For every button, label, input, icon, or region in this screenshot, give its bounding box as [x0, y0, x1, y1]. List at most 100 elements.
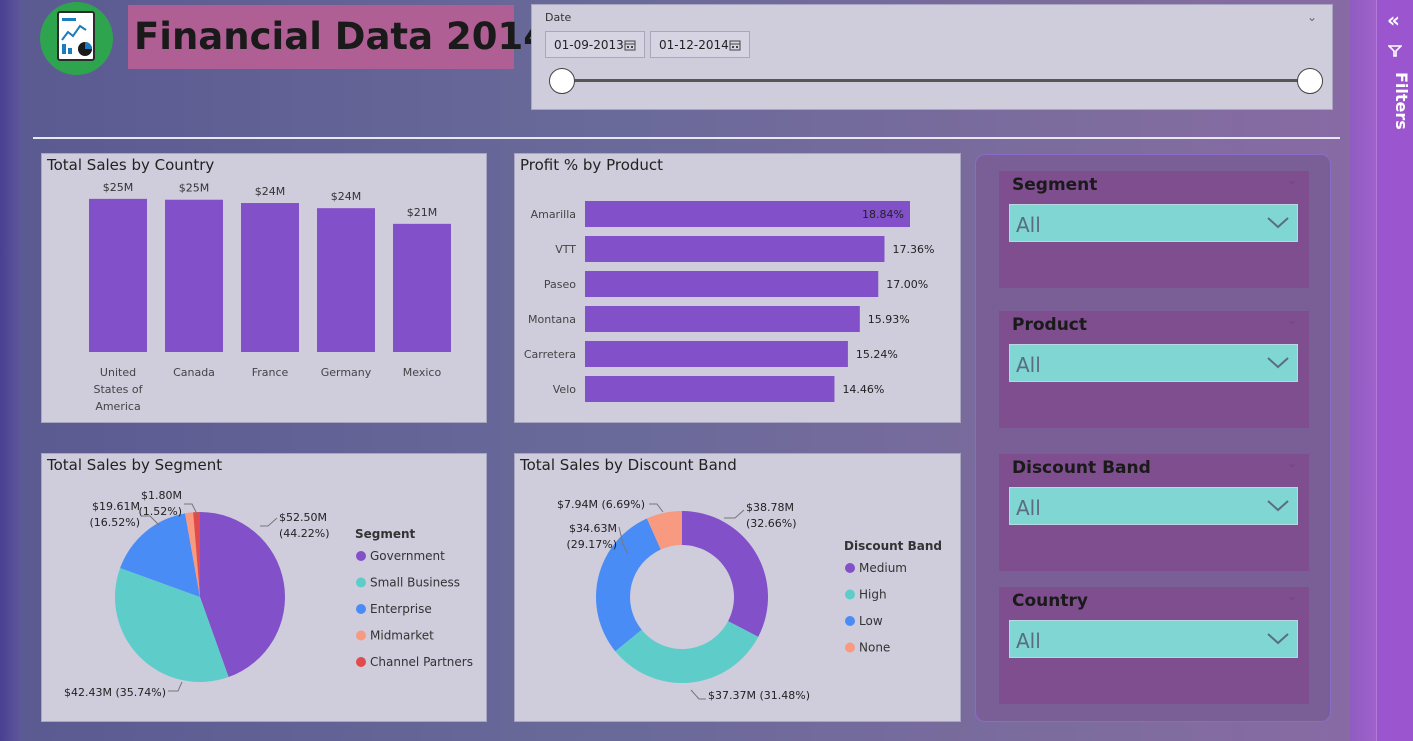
- chevron-down-icon[interactable]: ⌄: [1307, 10, 1317, 24]
- data-label: $25M: [103, 181, 134, 194]
- country-slicer[interactable]: Country ⌄ All: [999, 587, 1309, 704]
- tick-label: Mexico: [403, 366, 442, 379]
- leader-line: [724, 509, 745, 519]
- legend-item: High: [859, 588, 887, 602]
- segment-slicer[interactable]: Segment ⌄ All: [999, 171, 1309, 288]
- bar: [317, 208, 375, 352]
- data-label: $52.50M: [279, 511, 327, 524]
- end-date-input[interactable]: 01-12-2014: [650, 31, 750, 58]
- tick-label: Germany: [321, 366, 372, 379]
- tick-label: United: [100, 366, 136, 379]
- sales-by-discount-chart: $38.78M (32.66%) $37.37M (31.48%) $34.63M (2…: [557, 498, 942, 702]
- chevron-down-icon[interactable]: [1267, 500, 1289, 512]
- bar: [241, 203, 299, 352]
- calendar-icon[interactable]: [624, 39, 636, 51]
- data-label: (29.17%): [566, 538, 617, 551]
- legend-item: None: [859, 641, 890, 655]
- date-slicer-label: Date: [545, 11, 572, 24]
- tick-label: Canada: [173, 366, 215, 379]
- bar: [585, 271, 879, 297]
- discount-band-slicer[interactable]: Discount Band ⌄ All: [999, 454, 1309, 571]
- leader-line: [690, 689, 706, 700]
- tick-label: Paseo: [544, 278, 576, 291]
- bar: [393, 223, 451, 352]
- data-label: (1.52%): [138, 505, 182, 518]
- sales-by-discount-card[interactable]: Total Sales by Discount Band $38.78M (32.…: [514, 453, 961, 722]
- tick-label: France: [252, 366, 289, 379]
- data-label: $42.43M (35.74%): [64, 686, 166, 699]
- chevron-down-icon[interactable]: ⌄: [1287, 456, 1297, 470]
- data-label: (44.22%): [279, 527, 330, 540]
- dropdown-value: All: [1016, 213, 1041, 237]
- product-slicer[interactable]: Product ⌄ All: [999, 311, 1309, 428]
- filters-label[interactable]: Filters: [1381, 72, 1411, 132]
- data-label: $21M: [407, 206, 438, 219]
- data-label: $24M: [331, 190, 362, 203]
- bar: [585, 306, 860, 332]
- tick-label: VTT: [555, 243, 576, 256]
- date-range-end-handle[interactable]: [1297, 68, 1323, 94]
- data-label: 17.00%: [886, 278, 928, 291]
- discount-band-dropdown[interactable]: All: [1009, 487, 1298, 525]
- tick-label: Velo: [553, 383, 576, 396]
- date-range-start-handle[interactable]: [549, 68, 575, 94]
- bar: [585, 376, 835, 402]
- start-date-value: 01-09-2013: [554, 38, 624, 52]
- data-label: 18.84%: [862, 208, 904, 221]
- filters-pane-toggle[interactable]: « Filters: [1376, 0, 1413, 741]
- bar: [165, 199, 223, 352]
- sales-by-country-card[interactable]: Total Sales by Country $25M United States …: [41, 153, 487, 423]
- chevron-down-icon[interactable]: ⌄: [1287, 313, 1297, 327]
- country-dropdown[interactable]: All: [1009, 620, 1298, 658]
- data-label: $25M: [179, 182, 210, 195]
- profit-by-product-chart: Amarilla 18.84% VTT 17.36% Paseo 17.00% Montan…: [524, 201, 934, 402]
- sales-by-segment-chart: $52.50M(44.22%)$42.43M (35.74%)$19.61M(1…: [64, 489, 473, 699]
- filter-funnel-icon: [1388, 45, 1402, 57]
- chevron-down-icon[interactable]: [1267, 217, 1289, 229]
- tick-label: Amarilla: [531, 208, 576, 221]
- page-title: Financial Data 2014: [134, 15, 549, 58]
- legend-title: Discount Band: [844, 539, 942, 553]
- slicer-title: Country: [1012, 591, 1088, 611]
- data-label: $1.80M: [141, 489, 182, 502]
- date-range-track[interactable]: [562, 79, 1310, 82]
- data-label: 15.93%: [868, 313, 910, 326]
- data-label: $7.94M (6.69%): [557, 498, 645, 511]
- slicer-title: Segment: [1012, 175, 1098, 195]
- product-dropdown[interactable]: All: [1009, 344, 1298, 382]
- chevron-down-icon[interactable]: [1267, 357, 1289, 369]
- data-label: 17.36%: [892, 243, 934, 256]
- legend-item: Enterprise: [370, 602, 432, 616]
- legend-item: Low: [859, 614, 883, 628]
- legend-item: Government: [370, 549, 445, 563]
- data-label: 14.46%: [842, 383, 884, 396]
- divider: [33, 137, 1340, 139]
- chevron-down-icon[interactable]: [1267, 633, 1289, 645]
- bar: [89, 198, 147, 352]
- bar: [585, 236, 885, 262]
- slicer-title: Product: [1012, 315, 1087, 335]
- start-date-input[interactable]: 01-09-2013: [545, 31, 645, 58]
- legend-item: Midmarket: [370, 629, 434, 643]
- chevron-down-icon[interactable]: ⌄: [1287, 173, 1297, 187]
- dropdown-value: All: [1016, 496, 1041, 520]
- segment-dropdown[interactable]: All: [1009, 204, 1298, 242]
- end-date-value: 01-12-2014: [659, 38, 729, 52]
- calendar-icon[interactable]: [729, 39, 741, 51]
- dropdown-value: All: [1016, 629, 1041, 653]
- data-label: (32.66%): [746, 517, 797, 530]
- legend-marker: [356, 604, 366, 614]
- collapse-chevron-icon[interactable]: «: [1387, 8, 1400, 32]
- sales-by-segment-card[interactable]: Total Sales by Segment $52.50M (44.22%) $4…: [41, 453, 487, 722]
- legend-marker: [845, 563, 855, 573]
- legend-marker: [356, 551, 366, 561]
- chevron-down-icon[interactable]: ⌄: [1287, 589, 1297, 603]
- title-banner: Financial Data 2014: [128, 5, 549, 69]
- tick-label: America: [95, 400, 140, 413]
- right-edge-strip: [1350, 0, 1376, 741]
- leader-line: [649, 503, 664, 513]
- data-label: $24M: [255, 185, 286, 198]
- data-label: 15.24%: [856, 348, 898, 361]
- profit-by-product-card[interactable]: Profit % by Product Amarilla 18.84% VTT 17.…: [514, 153, 961, 423]
- left-edge-strip: [0, 0, 22, 741]
